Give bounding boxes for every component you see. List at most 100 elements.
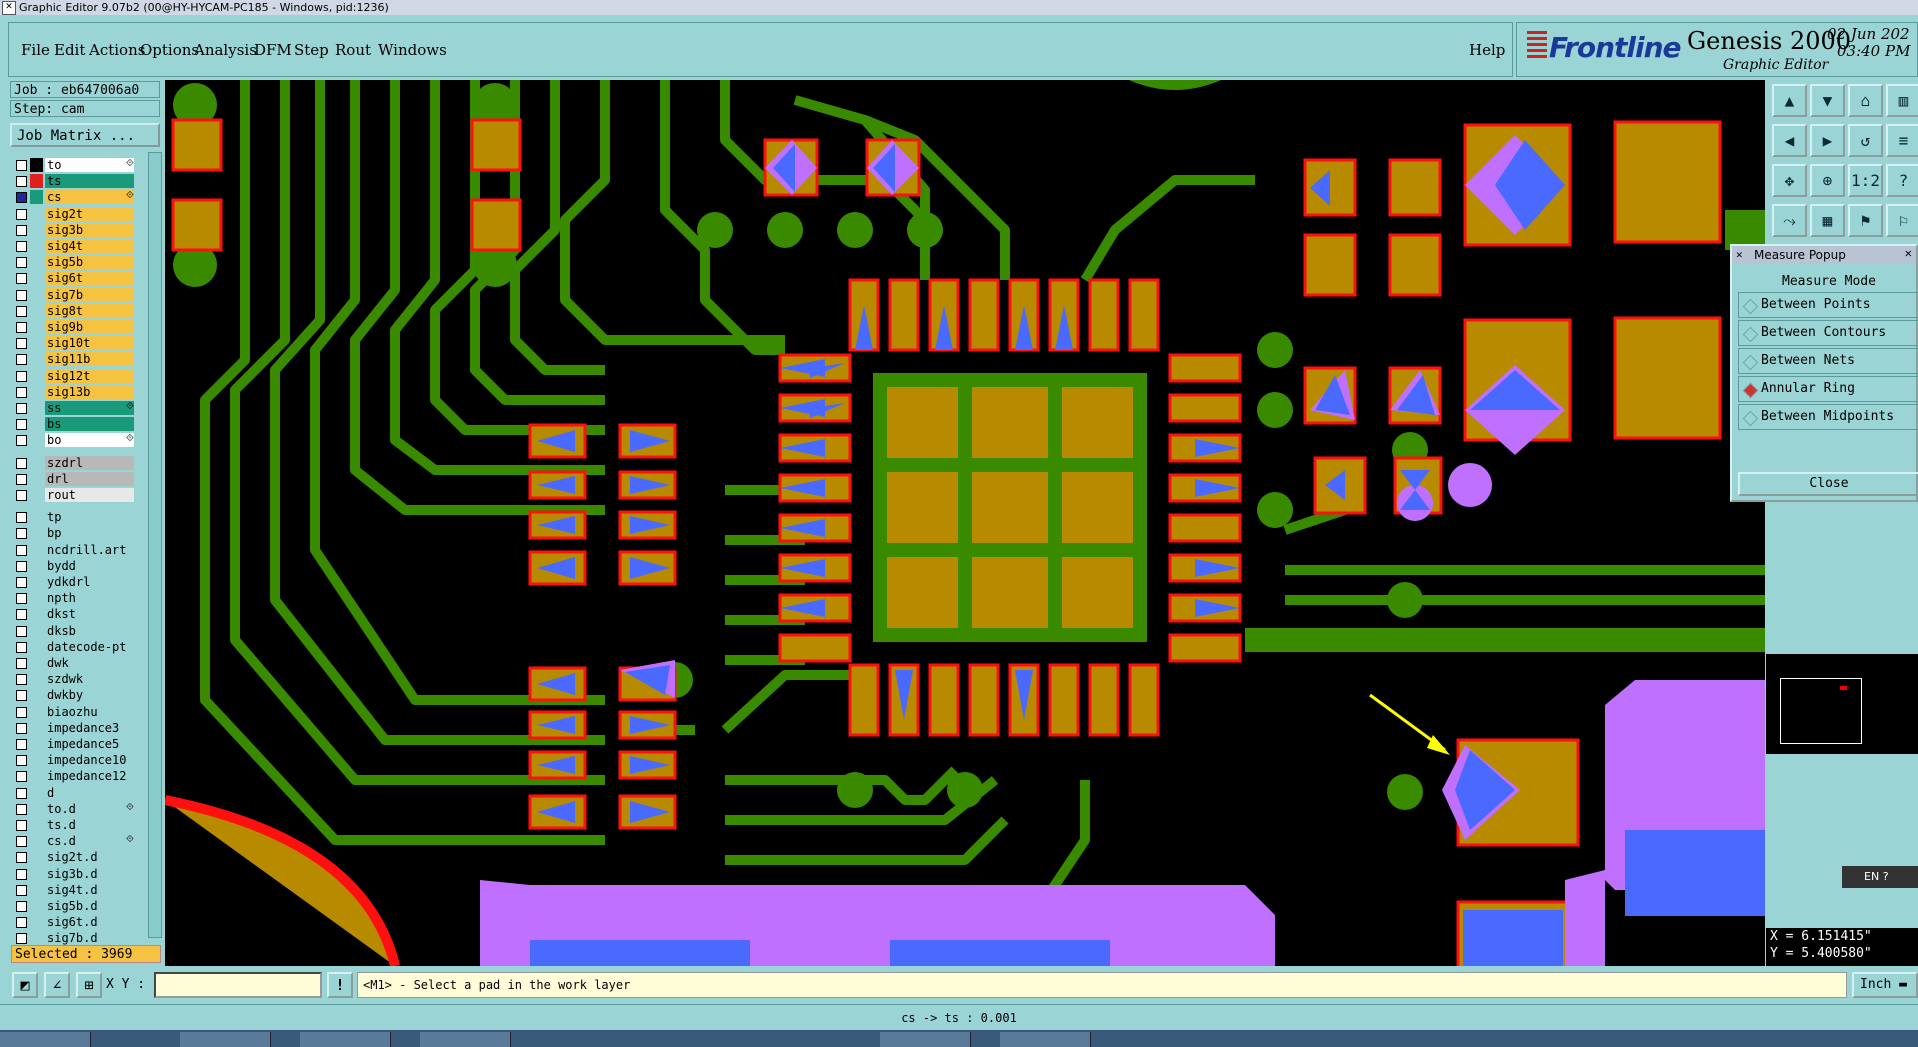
layer-row-sig6t[interactable]: sig6t [14,270,138,286]
layer-row-biaozhu[interactable]: biaozhu [14,704,138,720]
layer-row-szdrl[interactable]: szdrl [14,455,138,471]
job-matrix-button[interactable]: Job Matrix ... [10,123,160,147]
layer-checkbox[interactable] [16,658,27,669]
measure-popup-title[interactable]: Measure Popup [1732,246,1916,264]
layer-name[interactable]: sig5b [45,255,134,270]
layer-checkbox[interactable] [16,593,27,605]
menu-actions[interactable]: Actions [89,41,145,59]
layer-row-impedance5[interactable]: impedance5 [14,736,138,752]
grid-icon[interactable]: ▦ [1810,204,1845,237]
layer-checkbox[interactable] [16,403,27,414]
layer-checkbox[interactable] [16,577,27,588]
layer-name[interactable]: sig4t [45,239,134,253]
layer-scrollbar[interactable] [148,152,162,938]
layer-name[interactable]: bs [45,417,134,432]
layer-name[interactable]: sig8t [45,303,134,318]
layer-name[interactable]: ts.d [45,818,134,832]
layer-row-datecode-pt[interactable]: datecode-pt [14,639,138,655]
units-select[interactable]: Inch ▬ [1852,972,1918,998]
option-between-contours[interactable]: Between Contours [1738,320,1918,346]
next-icon[interactable]: ▶ [1810,124,1845,157]
layer-checkbox[interactable] [16,176,27,188]
layer-checkbox[interactable] [16,852,27,864]
layer-row-sig11b[interactable]: sig11b [14,351,138,367]
layer-name[interactable]: dwkby [45,688,134,703]
layer-name[interactable]: tp [45,510,134,525]
layer-checkbox[interactable] [16,224,27,236]
layer-checkbox[interactable] [16,917,27,929]
layer-checkbox[interactable] [16,386,27,398]
layer-row-sig4t-d[interactable]: sig4t.d [14,882,138,898]
layer-row-dwk[interactable]: dwk [14,655,138,671]
option-annular-ring[interactable]: Annular Ring [1738,376,1918,402]
layer-name[interactable]: szdrl [45,455,134,470]
layer-checkbox[interactable] [16,625,27,637]
layer-checkbox[interactable] [16,289,27,301]
layer-name[interactable]: impedance12 [45,769,134,784]
layer-row-sig7b-d[interactable]: sig7b.d [14,930,138,946]
layer-checkbox[interactable] [16,787,27,799]
layer-up-icon[interactable]: ▲ [1772,84,1807,117]
layer-name[interactable]: ncdrill.art [45,542,134,557]
layer-row-ts-d[interactable]: ts.d [14,817,138,833]
layer-name[interactable]: sig2t.d [45,850,134,865]
layer-name[interactable]: sig3b.d [45,866,134,881]
scale-icon[interactable]: 1:2 [1848,164,1883,197]
layer-row-sig8t[interactable]: sig8t [14,303,138,319]
home-icon[interactable]: ⌂ [1848,84,1883,117]
layer-checkbox[interactable] [16,257,27,269]
layer-checkbox[interactable] [16,160,27,171]
layer-row-npth[interactable]: npth [14,590,138,606]
layer-row-sig9b[interactable]: sig9b [14,319,138,335]
layer-row-sig2t[interactable]: sig2t [14,206,138,222]
layer-name[interactable]: datecode-pt [45,639,134,654]
prev-icon[interactable]: ◀ [1772,124,1807,157]
layer-checkbox[interactable] [16,722,27,734]
layer-name[interactable]: sig3b [45,222,134,237]
layer-checkbox[interactable] [16,836,27,848]
layer-name[interactable]: impedance5 [45,737,134,751]
layer-checkbox[interactable] [16,884,27,896]
help-icon[interactable]: ? [1886,164,1918,197]
taskbar-item[interactable] [180,1032,271,1047]
layer-checkbox[interactable] [16,739,27,750]
menu-dfm[interactable]: DFM [254,41,292,59]
menu-options[interactable]: Options [140,41,199,59]
layer-row-to[interactable]: to ⟐ [14,157,138,173]
layer-row-szdwk[interactable]: szdwk [14,671,138,687]
taskbar-item[interactable] [880,1032,971,1047]
layer-row-bs[interactable]: bs [14,416,138,432]
layer-row-ncdrill-art[interactable]: ncdrill.art [14,542,138,558]
layer-checkbox[interactable] [16,641,27,653]
layer-name[interactable]: sig7b [45,287,134,302]
layer-checkbox[interactable] [16,273,27,285]
warning-button[interactable]: ! [327,972,353,998]
layer-checkbox[interactable] [16,208,27,220]
menu-step[interactable]: Step [294,41,329,59]
layer-row-drl[interactable]: drl [14,471,138,487]
fit-icon[interactable]: ✥ [1772,164,1807,197]
layer-row-bo[interactable]: bo ⟐ [14,432,138,448]
layer-name[interactable]: sig10t [45,336,134,351]
layer-checkbox[interactable] [16,771,27,783]
net-icon[interactable]: ⚑ [1848,204,1883,237]
layer-name[interactable]: bp [45,526,134,541]
layer-checkbox[interactable] [16,803,27,815]
option-between-nets[interactable]: Between Nets [1738,348,1918,374]
ime-help-icon[interactable]: ? [1883,870,1889,883]
layer-checkbox[interactable] [16,457,27,469]
layer-checkbox[interactable] [16,490,27,501]
layer-checkbox[interactable] [16,868,27,880]
layer-checkbox[interactable] [16,560,27,572]
layer-checkbox[interactable] [16,528,27,540]
layer-row-ts[interactable]: ts [14,173,138,189]
layer-checkbox[interactable] [16,755,27,767]
list-icon[interactable]: ≡ [1886,124,1918,157]
taskbar-item[interactable] [0,1032,91,1047]
layer-row-sig13b[interactable]: sig13b [14,384,138,400]
layer-name[interactable]: sig12t [45,368,134,383]
layer-row-to-d[interactable]: to.d ⟐ [14,801,138,817]
layer-row-impedance3[interactable]: impedance3 [14,720,138,736]
layer-checkbox[interactable] [16,544,27,556]
snap-icon[interactable]: ⤳ [1772,204,1807,237]
